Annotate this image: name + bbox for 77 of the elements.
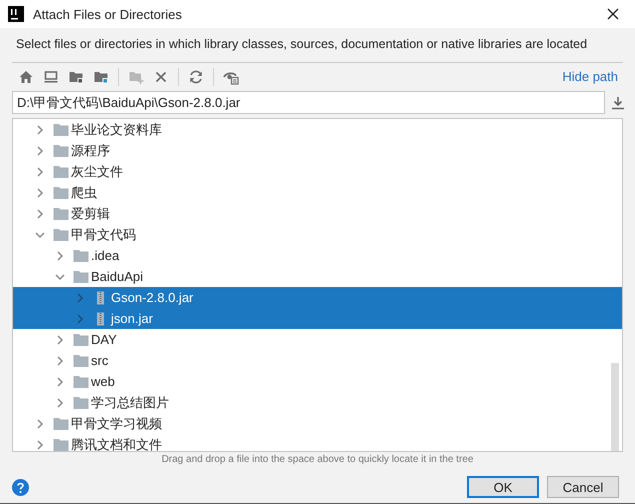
folder-icon [73, 396, 89, 410]
monitor-icon[interactable] [43, 68, 59, 84]
tree-row[interactable]: .idea [13, 245, 622, 266]
tree-row[interactable]: 源程序 [13, 140, 622, 161]
folder-icon [53, 228, 69, 242]
tree-row[interactable]: DAY [13, 329, 622, 350]
folder-icon [53, 164, 69, 178]
tree-row[interactable]: Gson-2.8.0.jar [13, 287, 622, 308]
tree-row[interactable]: json.jar [13, 308, 622, 329]
chevron-right-icon[interactable] [35, 146, 45, 156]
close-icon[interactable] [607, 8, 619, 20]
file-name: 学习总结图片 [91, 394, 169, 412]
tree-row[interactable]: 腾讯文档和文件 [13, 434, 622, 451]
folder-icon [53, 186, 69, 200]
chevron-right-icon[interactable] [55, 334, 65, 344]
tree-row[interactable]: web [13, 371, 622, 392]
chevron-down-icon[interactable] [55, 272, 65, 282]
folder-icon [73, 248, 89, 262]
tree-row[interactable]: 爬虫 [13, 182, 622, 203]
chevron-right-icon[interactable] [35, 188, 45, 198]
file-name: json.jar [111, 311, 153, 326]
chevron-right-icon[interactable] [55, 356, 65, 366]
tree-row[interactable]: 甲骨文代码 [13, 224, 622, 245]
file-name: 毕业论文资料库 [71, 120, 162, 138]
file-name: src [91, 353, 108, 368]
file-name: 腾讯文档和文件 [71, 436, 162, 451]
tree-row[interactable]: 毕业论文资料库 [13, 119, 622, 140]
window-title: Attach Files or Directories [33, 6, 183, 22]
tree-row[interactable]: src [13, 350, 622, 371]
tree-row[interactable]: 爱剪辑 [13, 203, 622, 224]
app-logo-icon [8, 6, 24, 22]
folder-icon [73, 270, 89, 284]
file-name: 甲骨文学习视频 [71, 414, 162, 432]
folder-icon [53, 416, 69, 430]
tree-row[interactable]: 学习总结图片 [13, 392, 622, 413]
tree-row[interactable]: 灰尘文件 [13, 161, 622, 182]
file-name: 甲骨文代码 [71, 226, 136, 244]
refresh-icon[interactable] [188, 68, 204, 84]
tree-row[interactable]: 甲骨文学习视频 [13, 413, 622, 434]
dialog-button[interactable]: Cancel [547, 476, 619, 498]
chevron-right-icon[interactable] [75, 314, 85, 324]
chevron-right-icon[interactable] [35, 166, 45, 176]
folder-icon [53, 144, 69, 158]
folder-icon [73, 374, 89, 388]
tree-row[interactable]: BaiduApi [13, 266, 622, 287]
help-icon[interactable] [12, 478, 29, 496]
file-name: 爱剪辑 [71, 204, 110, 222]
folder-icon [53, 122, 69, 136]
chevron-right-icon[interactable] [35, 124, 45, 134]
file-name: web [91, 374, 115, 389]
folder-icon [73, 354, 89, 368]
chevron-down-icon[interactable] [35, 230, 45, 240]
description-text: Select files or directories in which library classes, sources, documentation or native libraries are located [15, 36, 588, 53]
file-name: 灰尘文件 [71, 162, 123, 180]
file-name: Gson-2.8.0.jar [111, 290, 194, 305]
folder-icon [53, 438, 69, 451]
chevron-right-icon[interactable] [35, 418, 45, 428]
scrollbar-thumb[interactable] [611, 363, 619, 451]
file-name: 爬虫 [71, 184, 97, 202]
hide-path-link[interactable]: Hide path [562, 69, 618, 84]
file-name: .idea [91, 248, 120, 263]
file-name: DAY [91, 332, 117, 347]
path-field[interactable]: D:\甲骨文代码\BaiduApi\Gson-2.8.0.jar [12, 91, 605, 114]
hint-text: Drag and drop a file into the space above to quickly locate it in the tree [160, 453, 474, 467]
home-icon[interactable] [18, 68, 34, 84]
chevron-right-icon[interactable] [35, 208, 45, 218]
chevron-right-icon[interactable] [35, 440, 45, 450]
chevron-right-icon[interactable] [55, 376, 65, 386]
chevron-right-icon[interactable] [75, 292, 85, 302]
folder-icon [53, 206, 69, 220]
file-name: BaiduApi [91, 269, 144, 284]
download-icon[interactable] [611, 96, 625, 110]
file-name: 源程序 [71, 142, 110, 160]
chevron-right-icon[interactable] [55, 250, 65, 260]
chevron-right-icon[interactable] [55, 398, 65, 408]
folder-icon [73, 332, 89, 346]
dialog-button[interactable]: OK [467, 476, 539, 498]
